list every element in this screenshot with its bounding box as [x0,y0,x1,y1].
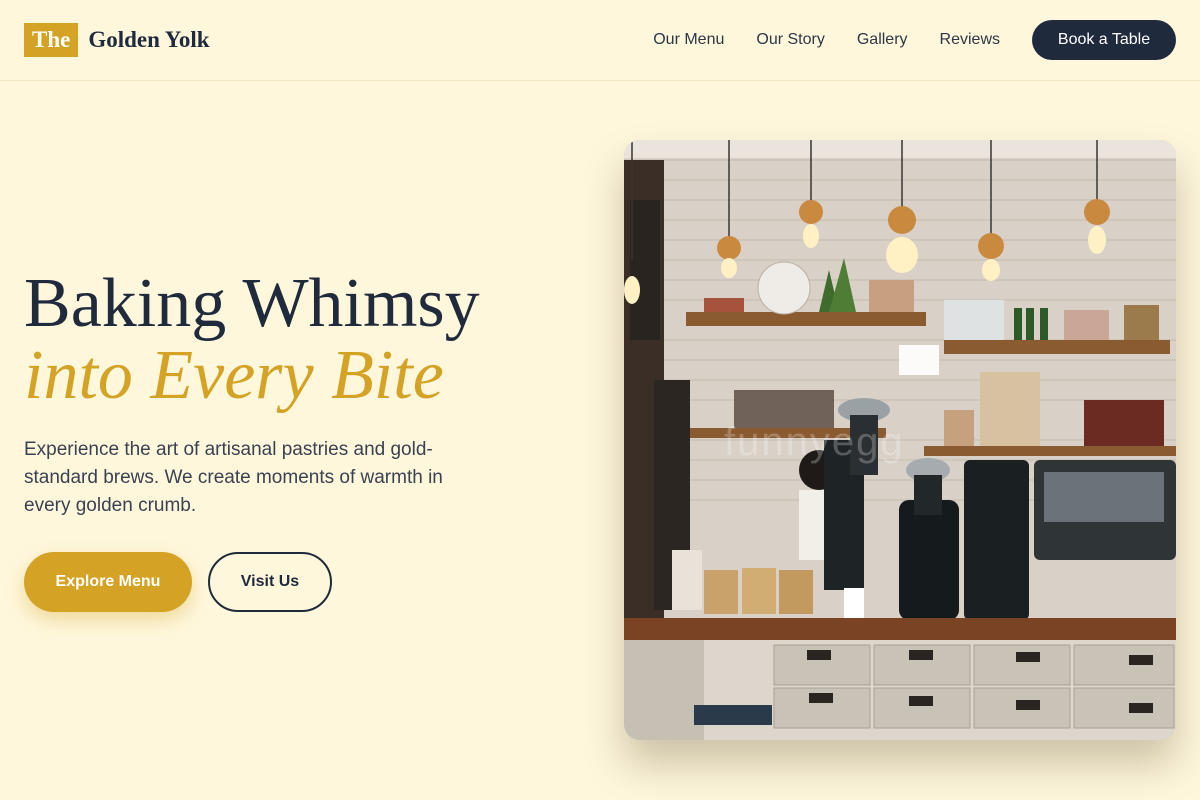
visit-us-button[interactable]: Visit Us [208,552,332,612]
explore-menu-button[interactable]: Explore Menu [24,552,192,612]
cafe-interior-image: funnyegg [624,140,1176,740]
main-nav: Our Menu Our Story Gallery Reviews Book … [653,20,1176,60]
logo-text: Golden Yolk [88,27,210,52]
nav-link-our-story[interactable]: Our Story [756,31,824,49]
image-watermark: funnyegg [724,420,905,464]
nav-link-gallery[interactable]: Gallery [857,31,908,49]
site-header: The Golden Yolk Our Menu Our Story Galle… [0,0,1200,81]
hero-title-line1: Baking Whimsy [24,265,480,342]
hero-title: Baking Whimsy into Every Bite [24,268,480,412]
logo[interactable]: The Golden Yolk [24,23,210,57]
book-table-button[interactable]: Book a Table [1032,20,1176,60]
hero-title-line2: into Every Bite [24,337,444,414]
nav-link-reviews[interactable]: Reviews [940,31,1000,49]
logo-mark: The [24,23,79,57]
hero-description: Experience the art of artisanal pastries… [24,439,443,516]
nav-link-our-menu[interactable]: Our Menu [653,31,724,49]
